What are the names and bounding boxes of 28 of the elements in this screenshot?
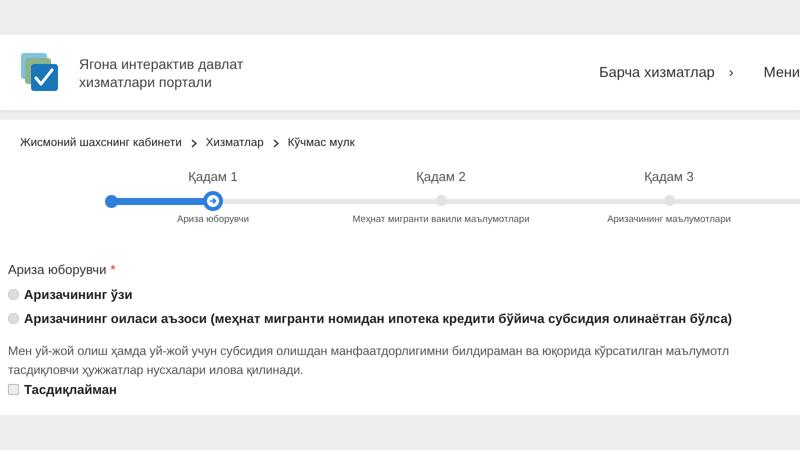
nav-link[interactable]: Барча хизматлар › [599,64,734,80]
statement-text: Мен уй-жой олиш ҳамда уй-жой учун субсидия олишдан манфаатдорлигимни билдираман ва юқорида кўрсатилган маълумотл тасдиқловчи ҳужжатлар нусхалари илова қилинади. [8,343,730,379]
chevron-right-icon [190,138,197,148]
radio-label: Аризачининг оиласи аъзоси (меҳнат мигранти номидан ипотека кредити бўйича субсидия олинаётган бўлса) [24,310,732,326]
nav-link[interactable]: Мени [764,64,800,80]
step-dot[interactable] [664,195,674,206]
step-caption: Меҳнат мигранти вакили маълумотлари [352,214,530,225]
checkbox-label: Тасдиқлайман [24,382,117,396]
field-label: Ариза юборувчи [8,262,106,279]
chevron-right-icon [272,138,279,148]
required-mark: * [110,262,116,279]
radio-button[interactable] [8,312,19,324]
step-caption: Ариза юборувчи [177,214,249,225]
breadcrumb-link[interactable]: Хизматлар [206,137,264,149]
step-caption: Аризачининг маълумотлари [607,214,731,225]
step-title: Қадам 1 [188,168,238,186]
checkmark-logo-icon [19,52,59,92]
step-title: Қадам 3 [644,168,694,186]
start-dot [105,195,118,208]
step-dot[interactable] [436,195,446,206]
breadcrumb-link[interactable]: Жисмоний шахснинг кабинети [20,137,182,149]
checkbox[interactable] [8,384,19,394]
step-title: Қадам 2 [416,168,466,186]
current-step-icon[interactable] [202,190,224,212]
radio-button[interactable] [8,288,19,300]
breadcrumb-link[interactable]: Кўчмас мулк [288,137,355,149]
portal-title: Ягона интерактив давлат хизматлари портали [79,54,244,90]
radio-label: Аризачининг ўзи [24,286,132,302]
